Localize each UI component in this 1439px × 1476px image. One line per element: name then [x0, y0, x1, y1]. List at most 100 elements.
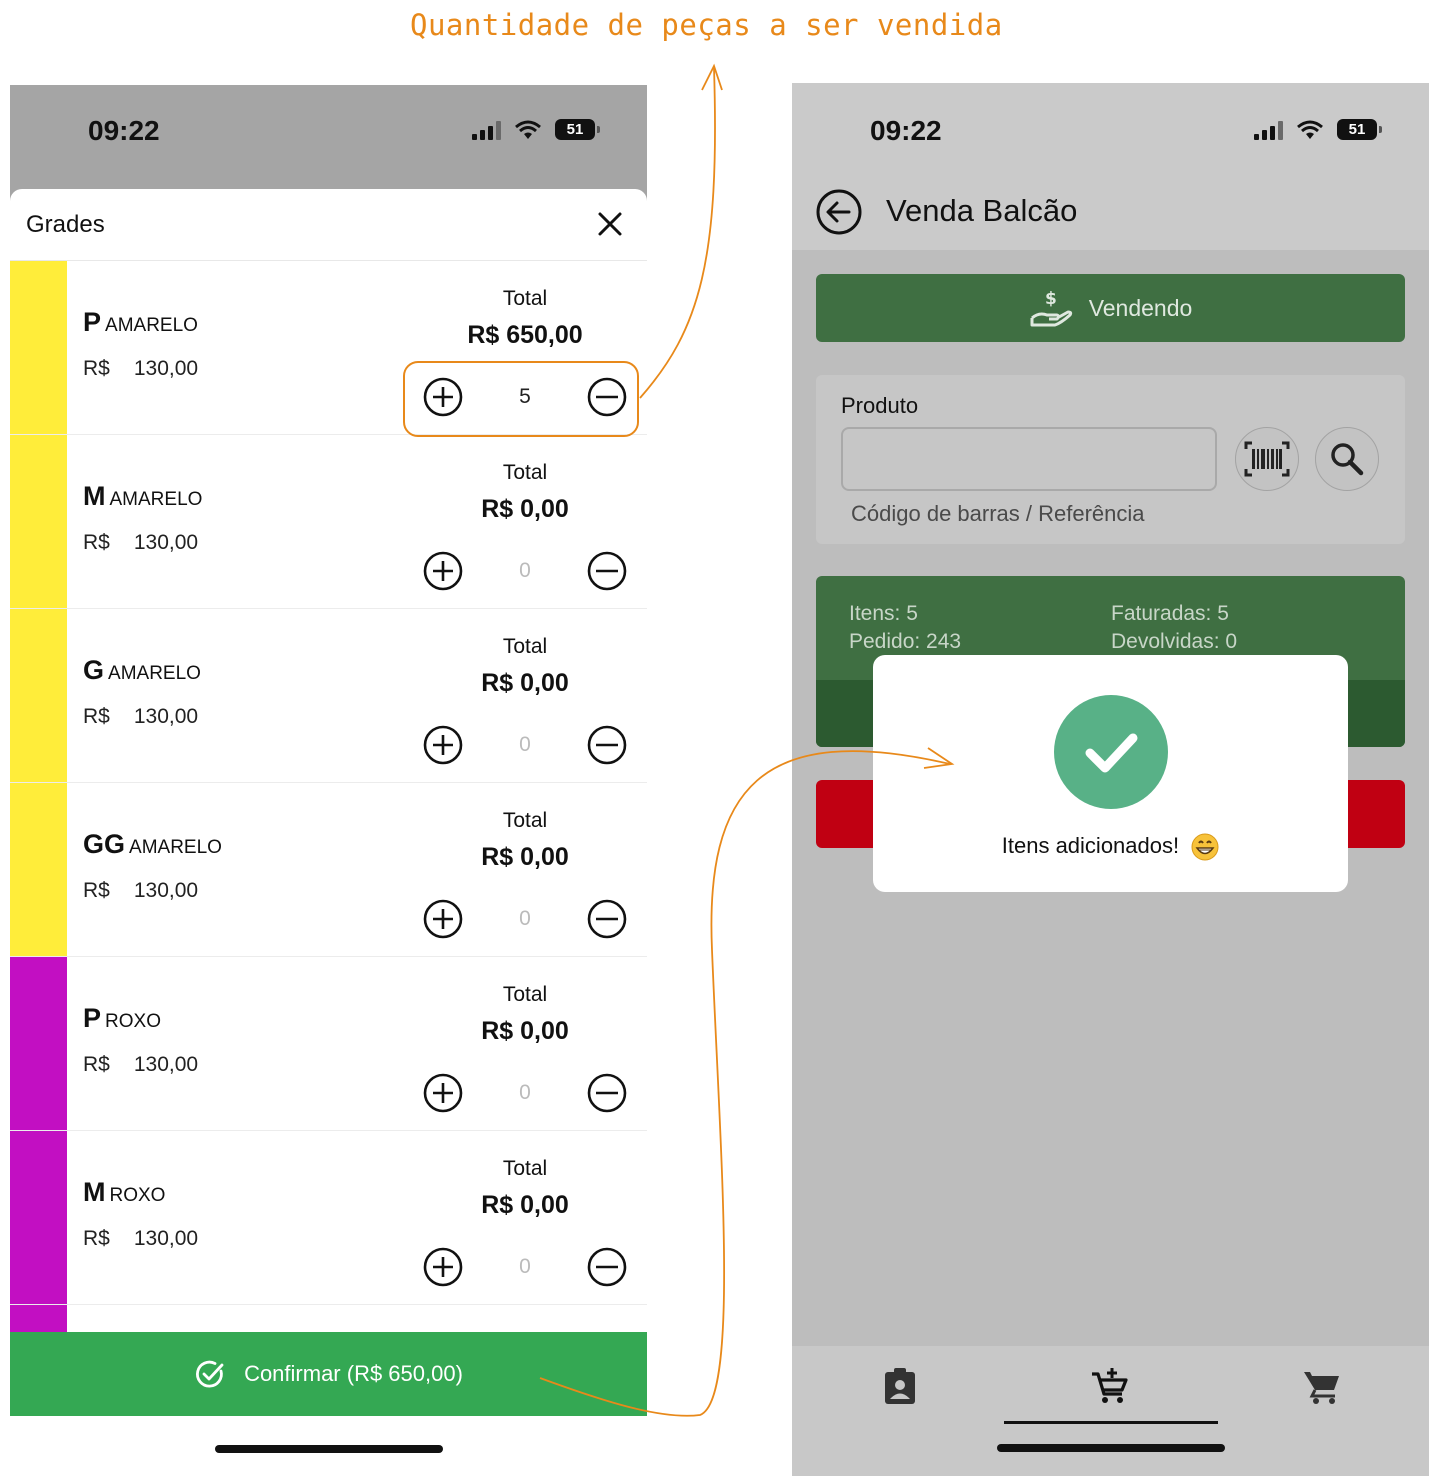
stat-faturadas: Faturadas: 5	[1111, 602, 1229, 625]
minus-circle-icon[interactable]	[587, 1073, 627, 1113]
plus-circle-icon[interactable]	[423, 725, 463, 765]
color-swatch	[10, 783, 67, 956]
stat-itens: Itens: 5	[849, 602, 918, 625]
size-line: G AMARELO	[83, 655, 201, 686]
arrow-to-title-head	[701, 63, 723, 91]
minus-circle-icon[interactable]	[587, 551, 627, 591]
plus-circle-icon[interactable]	[423, 1247, 463, 1287]
search-icon	[1331, 443, 1364, 476]
vendendo-label: Vendendo	[1088, 294, 1193, 321]
vendendo-button[interactable]: $ Vendendo	[816, 274, 1405, 342]
produto-card: Produto Código de barras / Referência	[816, 375, 1405, 544]
signal-icon	[472, 120, 501, 140]
home-indicator	[997, 1444, 1225, 1452]
currency-symbol: R$	[83, 1227, 110, 1250]
total-label: Total	[502, 461, 548, 484]
quantity-value[interactable]: 0	[483, 559, 567, 583]
quantity-stepper: 5	[423, 375, 628, 419]
clipboard-user-icon[interactable]	[880, 1366, 920, 1406]
modal-message-line: Itens adicionados!	[873, 833, 1348, 861]
price-value: 130,00	[133, 531, 199, 554]
cart-icon[interactable]	[1302, 1366, 1342, 1406]
left-phone-screen: 09:22 51 Grades P AMARELO R$ 130,00 Total R$ …	[10, 85, 647, 1476]
barcode-icon	[1244, 441, 1290, 477]
success-check-icon	[1054, 695, 1168, 809]
minus-circle-icon[interactable]	[587, 899, 627, 939]
modal-message: Itens adicionados!	[1001, 833, 1180, 858]
size-code: P	[83, 307, 102, 337]
quantity-value[interactable]: 0	[483, 907, 567, 931]
quantity-stepper: 0	[423, 1245, 628, 1289]
cart-add-icon[interactable]	[1090, 1366, 1130, 1406]
arrow-to-title	[639, 67, 716, 399]
minus-circle-icon[interactable]	[587, 1247, 627, 1287]
grade-row: M ROXO R$ 130,00 Total R$ 0,00 0	[10, 1131, 647, 1305]
grade-row: P ROXO R$ 130,00 Total R$ 0,00 0	[10, 957, 647, 1131]
plus-circle-icon[interactable]	[423, 377, 463, 417]
signal-icon	[1254, 120, 1283, 140]
back-arrow-icon[interactable]	[815, 188, 863, 236]
grade-row: GG AMARELO R$ 130,00 Total R$ 0,00 0	[10, 783, 647, 957]
home-indicator	[215, 1445, 443, 1453]
quantity-value[interactable]: 5	[483, 385, 567, 409]
unit-price: R$ 130,00	[83, 1227, 198, 1251]
close-icon[interactable]	[595, 209, 625, 239]
page-title: Venda Balcão	[886, 193, 1078, 228]
check-circle-icon	[196, 1360, 224, 1388]
plus-circle-icon[interactable]	[423, 1073, 463, 1113]
color-name: AMARELO	[105, 315, 198, 336]
status-icons: 51	[472, 119, 600, 140]
color-name: AMARELO	[108, 663, 201, 684]
stat-devolvidas: Devolvidas: 0	[1111, 630, 1238, 653]
unit-price: R$ 130,00	[83, 879, 198, 903]
search-button[interactable]	[1315, 427, 1379, 491]
unit-price: R$ 130,00	[83, 531, 198, 555]
minus-circle-icon[interactable]	[587, 377, 627, 417]
size-line: P AMARELO	[83, 307, 198, 338]
wifi-icon	[1297, 120, 1323, 139]
color-name: AMARELO	[129, 837, 222, 858]
status-time: 09:22	[870, 115, 942, 146]
quantity-stepper: 0	[423, 897, 628, 941]
produto-label: Produto	[841, 393, 919, 418]
size-line: GG AMARELO	[83, 829, 222, 860]
barcode-scan-button[interactable]	[1235, 427, 1299, 491]
color-swatch	[10, 609, 67, 782]
confirm-button[interactable]: Confirmar (R$ 650,00)	[10, 1332, 647, 1416]
svg-text:$: $	[1045, 289, 1057, 309]
minus-circle-icon[interactable]	[587, 725, 627, 765]
produto-input[interactable]	[841, 427, 1217, 491]
currency-symbol: R$	[83, 531, 110, 554]
price-value: 130,00	[133, 1227, 199, 1250]
quantity-stepper: 0	[423, 1071, 628, 1115]
plus-circle-icon[interactable]	[423, 551, 463, 591]
size-line: P ROXO	[83, 1003, 161, 1034]
grade-row: G AMARELO R$ 130,00 Total R$ 0,00 0	[10, 609, 647, 783]
annotation-title: Quantidade de peças a ser vendida	[410, 8, 1003, 42]
quantity-value[interactable]: 0	[483, 1081, 567, 1105]
color-swatch	[10, 1131, 67, 1304]
confirm-label: Confirmar (R$ 650,00)	[244, 1361, 463, 1386]
unit-price: R$ 130,00	[83, 1053, 198, 1077]
price-value: 130,00	[133, 1053, 199, 1076]
grade-row: P AMARELO R$ 130,00 Total R$ 650,00 5	[10, 261, 647, 435]
grinning-emoji-icon	[1191, 833, 1219, 861]
color-swatch	[10, 957, 67, 1130]
grades-sheet: Grades P AMARELO R$ 130,00 Total R$ 650,00 5 M A…	[10, 189, 647, 1476]
grade-rows: P AMARELO R$ 130,00 Total R$ 650,00 5 M AMARELO R…	[10, 261, 647, 1365]
size-code: GG	[83, 829, 126, 859]
grade-row: M AMARELO R$ 130,00 Total R$ 0,00 0	[10, 435, 647, 609]
price-value: 130,00	[133, 357, 199, 380]
active-tab-indicator	[1004, 1421, 1218, 1424]
quantity-value[interactable]: 0	[483, 733, 567, 757]
quantity-stepper: 0	[423, 549, 628, 593]
plus-circle-icon[interactable]	[423, 899, 463, 939]
currency-symbol: R$	[83, 357, 110, 380]
quantity-stepper: 0	[423, 723, 628, 767]
app-header: 09:22 51 Venda Balcão	[792, 83, 1429, 250]
total-label: Total	[502, 809, 548, 832]
hand-money-icon: $	[1030, 289, 1072, 327]
status-icons: 51	[1254, 119, 1382, 140]
size-line: M AMARELO	[83, 481, 202, 512]
quantity-value[interactable]: 0	[483, 1255, 567, 1279]
